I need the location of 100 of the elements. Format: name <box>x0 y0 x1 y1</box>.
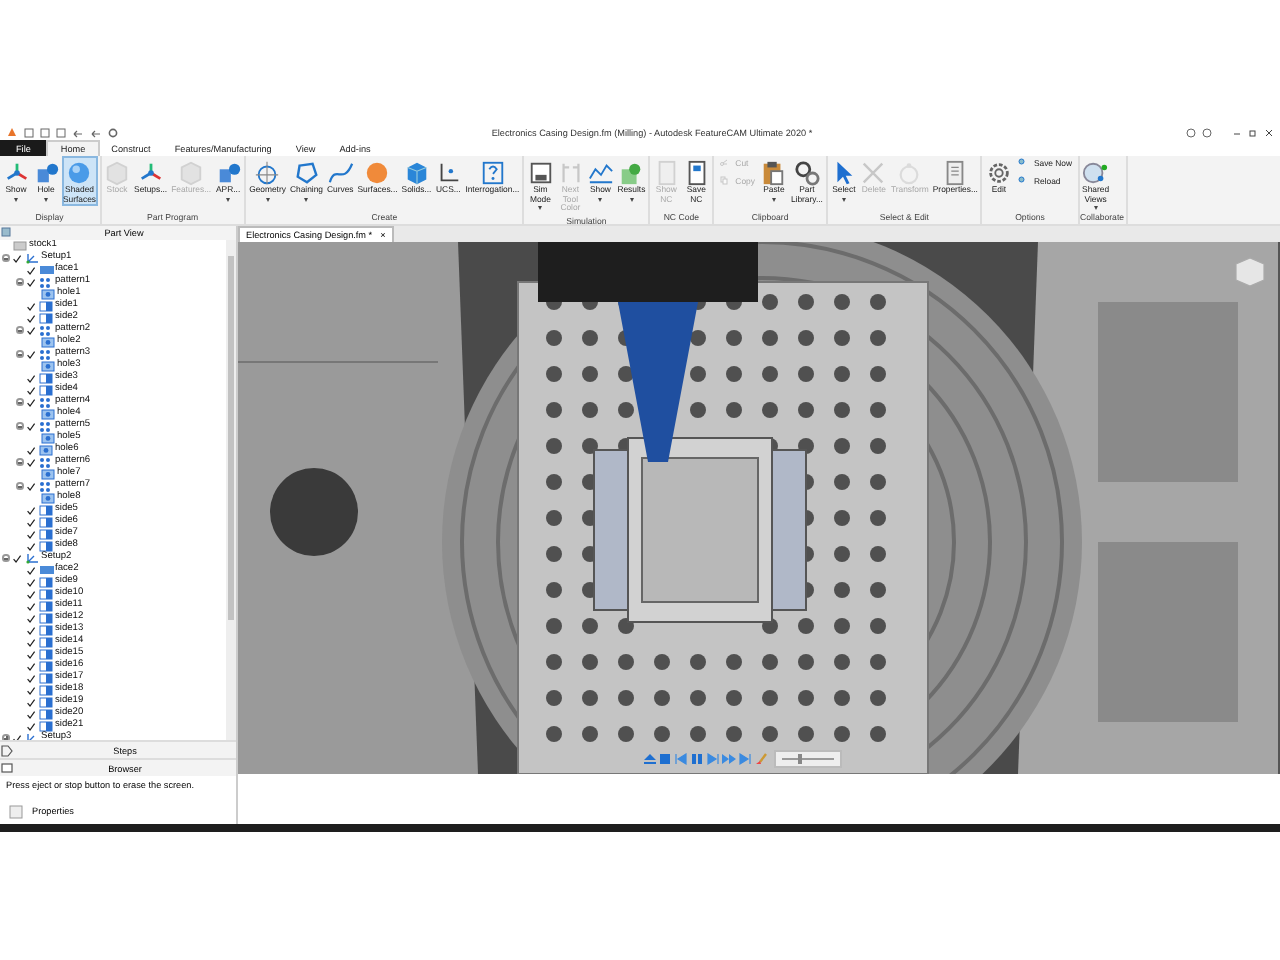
shapes-icon <box>215 160 242 186</box>
hole-icon <box>39 359 55 373</box>
expander-icon[interactable] <box>16 482 23 490</box>
checkmark-icon[interactable] <box>25 349 35 359</box>
cube-icon <box>178 160 205 186</box>
checkmark-icon[interactable] <box>25 517 35 527</box>
question-icon <box>479 160 506 186</box>
expander-icon[interactable] <box>2 554 9 562</box>
checkmark-icon[interactable] <box>25 685 35 695</box>
expander-icon[interactable] <box>16 398 23 406</box>
checkmark-icon[interactable] <box>25 637 35 647</box>
cube-icon <box>104 160 131 186</box>
cube-icon <box>403 160 430 186</box>
view-cube-icon <box>1232 254 1268 290</box>
expander-icon[interactable] <box>16 350 23 358</box>
restore-icon[interactable] <box>1248 127 1258 137</box>
checkmark-icon[interactable] <box>25 385 35 395</box>
undo-icon[interactable] <box>72 127 84 137</box>
checkmark-icon[interactable] <box>25 697 35 707</box>
checkmark-icon[interactable] <box>25 301 35 311</box>
stock-icon <box>11 240 27 253</box>
gears-icon <box>793 160 820 186</box>
checkmark-icon[interactable] <box>25 313 35 323</box>
expander-icon[interactable] <box>16 278 23 286</box>
checkmark-icon[interactable] <box>25 481 35 491</box>
caret-icon <box>841 197 846 202</box>
checkmark-icon[interactable] <box>25 649 35 659</box>
checkmark-icon[interactable] <box>25 529 35 539</box>
hole-icon <box>39 407 55 421</box>
checkmark-icon[interactable] <box>25 445 35 455</box>
outline-icon <box>293 160 320 186</box>
curve-icon <box>327 160 354 186</box>
caret-icon <box>598 197 603 202</box>
results-icon <box>618 160 645 186</box>
face-icon <box>37 563 53 577</box>
axes-icon <box>23 551 39 565</box>
checkmark-icon[interactable] <box>25 541 35 551</box>
checkmark-icon[interactable] <box>25 589 35 599</box>
expander-icon[interactable] <box>16 458 23 466</box>
hole-icon <box>39 287 55 301</box>
checkmark-icon[interactable] <box>25 613 35 623</box>
caret-icon <box>44 197 48 202</box>
checkmark-icon[interactable] <box>11 253 21 263</box>
expander-icon[interactable] <box>2 254 9 262</box>
checkmark-icon[interactable] <box>25 577 35 587</box>
globe-share-icon <box>1082 160 1109 186</box>
expander-icon[interactable] <box>16 422 23 430</box>
caret-icon <box>226 197 231 202</box>
slider-thumb[interactable] <box>798 754 803 764</box>
checkmark-icon[interactable] <box>25 265 35 275</box>
caret-icon <box>538 206 543 211</box>
checkmark-icon[interactable] <box>25 565 35 575</box>
chart-icon <box>587 160 614 186</box>
minimize-icon[interactable] <box>1232 127 1242 137</box>
redo-icon[interactable] <box>90 127 102 137</box>
checkmark-icon[interactable] <box>11 553 21 563</box>
stop-icon[interactable] <box>658 752 672 766</box>
checkmark-icon[interactable] <box>25 457 35 467</box>
checkmark-icon[interactable] <box>25 709 35 719</box>
axes-icon <box>435 160 462 186</box>
checkmark-icon[interactable] <box>25 373 35 383</box>
checkmark-icon[interactable] <box>25 673 35 683</box>
checkmark-icon[interactable] <box>25 421 35 431</box>
x-icon <box>860 160 887 186</box>
pattern-icon <box>37 275 53 289</box>
sphere-icon <box>364 160 391 186</box>
caret-icon <box>265 197 270 202</box>
speed-slider[interactable] <box>774 750 842 768</box>
tag-icon <box>0 743 14 758</box>
checkmark-icon[interactable] <box>25 661 35 671</box>
close-icon[interactable] <box>1264 127 1274 137</box>
hole-icon <box>39 491 55 505</box>
checkmark-icon[interactable] <box>25 397 35 407</box>
sphere-icon <box>66 160 93 186</box>
gear-icon <box>985 160 1012 186</box>
checkmark-icon[interactable] <box>25 601 35 611</box>
axes-icon <box>3 160 29 186</box>
shapes-icon <box>33 160 59 186</box>
eject-icon[interactable] <box>642 752 656 766</box>
caret-icon <box>304 197 309 202</box>
axes-icon <box>137 160 164 186</box>
copy-icon <box>719 176 734 190</box>
checkmark-icon[interactable] <box>25 325 35 335</box>
part-view-icon <box>0 226 12 238</box>
document-icon[interactable] <box>24 127 34 137</box>
circle-crosshair-icon <box>254 160 281 186</box>
pause-icon[interactable] <box>690 752 704 766</box>
hole-icon <box>39 335 55 349</box>
caret-icon <box>1093 206 1098 211</box>
caret-icon <box>14 197 18 202</box>
caret-icon <box>629 197 634 202</box>
checkmark-icon[interactable] <box>25 721 35 731</box>
face-icon <box>37 263 53 277</box>
checkmark-icon[interactable] <box>25 277 35 287</box>
checkmark-icon[interactable] <box>25 505 35 515</box>
caret-icon <box>771 197 776 202</box>
expander-icon[interactable] <box>16 326 23 334</box>
rotate-icon <box>896 160 923 186</box>
checkmark-icon[interactable] <box>25 625 35 635</box>
gear-icon[interactable] <box>108 127 118 137</box>
